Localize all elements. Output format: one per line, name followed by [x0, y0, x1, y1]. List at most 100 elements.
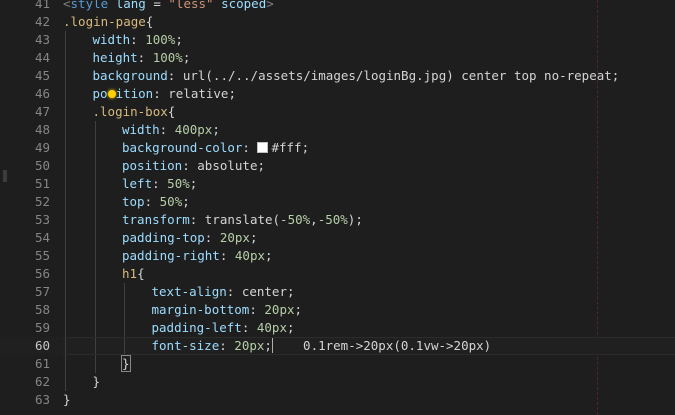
brace: { [167, 104, 176, 119]
css-property: left [122, 176, 153, 191]
indent-guide [94, 121, 96, 139]
code-text: left: 50%; [122, 175, 197, 193]
color-swatch-icon[interactable] [257, 142, 269, 153]
number-value: 50% [159, 194, 183, 209]
code-line[interactable]: 44 height: 100%; [0, 49, 675, 67]
number-value: 20px [219, 230, 250, 245]
indent-guide [65, 229, 66, 247]
css-selector: .login-box [92, 104, 168, 119]
number-value: 40px [256, 320, 287, 335]
number-value: 100% [145, 32, 176, 47]
brace: { [137, 266, 145, 281]
indent-guide [124, 283, 125, 301]
css-property: background-color [122, 140, 243, 155]
indent-guide [94, 283, 96, 301]
css-property: transform [122, 212, 190, 227]
code-line[interactable]: 50 position: absolute; [0, 157, 675, 175]
indent-guide [124, 319, 125, 337]
code-text: font-size: 20px; 0.1rem->20px(0.1vw->20p… [152, 337, 491, 355]
indent-guide [65, 103, 66, 121]
indent-guide [94, 139, 96, 157]
number-value: 50% [167, 176, 190, 191]
code-token: : [249, 302, 265, 317]
code-line[interactable]: 52 top: 50%; [0, 193, 675, 211]
code-line[interactable]: 55 padding-right: 40px; [0, 247, 675, 265]
line-number: 50 [34, 158, 50, 173]
code-token: = [145, 0, 169, 11]
code-line[interactable]: 61} [0, 355, 675, 373]
code-token: : [219, 338, 235, 353]
code-line[interactable]: 51 left: 50%; [0, 175, 675, 193]
code-line[interactable]: 47 .login-box{ [0, 103, 675, 121]
code-text: } [63, 391, 71, 409]
code-token: ; [265, 248, 273, 263]
code-line[interactable]: 62} [0, 373, 675, 391]
code-token: ; [249, 230, 258, 245]
code-token: , [310, 212, 318, 227]
code-token: ; [212, 122, 220, 137]
code-line[interactable]: 49 background-color: #fff; [0, 139, 675, 157]
number-value: 20px [234, 338, 265, 353]
attribute-name: lang [115, 0, 146, 11]
indent-guide [65, 85, 66, 103]
line-number: 61 [34, 356, 50, 371]
code-line[interactable]: 41 <style lang = "less" scoped> [0, 0, 675, 13]
indent-guide [65, 139, 66, 157]
indent-guide [65, 175, 66, 193]
indent-guide [65, 373, 66, 391]
css-property: padding-top [122, 230, 205, 245]
indent-guide [94, 247, 96, 265]
code-line[interactable]: 63} [0, 391, 675, 409]
code-line[interactable]: 54 padding-top: 20px; [0, 229, 675, 247]
indent-guide [65, 31, 66, 49]
code-line[interactable]: 42 .login-page{ [0, 13, 675, 31]
code-token: ; [175, 32, 183, 47]
code-token: : [137, 50, 153, 65]
line-number: 53 [34, 212, 50, 227]
number-value: 40px [234, 248, 266, 263]
code-text: position: absolute; [122, 157, 265, 175]
line-number: 52 [34, 194, 50, 209]
indent-guide [94, 211, 96, 229]
code-token: : [204, 230, 220, 245]
code-line[interactable]: 53 transform: translate(-50%,-50%); [0, 211, 675, 229]
code-token: : [159, 122, 175, 137]
code-text: <style lang = "less" scoped> [63, 0, 274, 13]
indent-guide [94, 265, 96, 283]
line-number: 48 [34, 122, 50, 137]
code-text: transform: translate(-50%,-50%); [122, 211, 363, 229]
code-line[interactable]: 46 po ition: relative; [0, 85, 675, 103]
number-value: 100% [152, 50, 183, 65]
css-property: ition [115, 86, 154, 101]
indent-guide [94, 337, 96, 355]
code-token: : [152, 176, 168, 191]
code-line[interactable]: 45 background: url(../../assets/images/lo… [0, 67, 675, 85]
code-line[interactable]: 58 margin-bottom: 20px; [0, 301, 675, 319]
code-line[interactable]: 57 text-align: center; [0, 283, 675, 301]
code-token: ; [264, 338, 272, 353]
code-token: ; [182, 50, 191, 65]
code-text: .login-page{ [63, 13, 153, 31]
css-property: width [92, 32, 131, 47]
code-token: : absolute; [182, 158, 266, 173]
indent-guide [124, 337, 125, 355]
code-line[interactable]: 43 width: 100%; [0, 31, 675, 49]
css-property: height [92, 50, 138, 65]
line-number: 43 [34, 32, 50, 47]
css-property: width [122, 122, 160, 137]
code-line[interactable]: 60 font-size: 20px; 0.1rem->20px(0.1vw->2… [0, 337, 675, 355]
code-line[interactable]: 59 padding-left: 40px; [0, 319, 675, 337]
brace: } [63, 392, 71, 407]
line-number: 45 [34, 68, 50, 83]
code-editor[interactable]: 41 <style lang = "less" scoped> 42 .login-p… [0, 0, 675, 415]
indent-guide [65, 157, 66, 175]
indent-guide [94, 319, 96, 337]
line-number: 49 [34, 140, 50, 155]
code-text: text-align: center; [152, 283, 295, 301]
indent-guide [94, 157, 96, 175]
indent-guide [65, 193, 66, 211]
line-number: 44 [34, 50, 50, 65]
css-property: padding-right [122, 248, 220, 263]
code-line[interactable]: 56 h1{ [0, 265, 675, 283]
code-line[interactable]: 48 width: 400px; [0, 121, 675, 139]
